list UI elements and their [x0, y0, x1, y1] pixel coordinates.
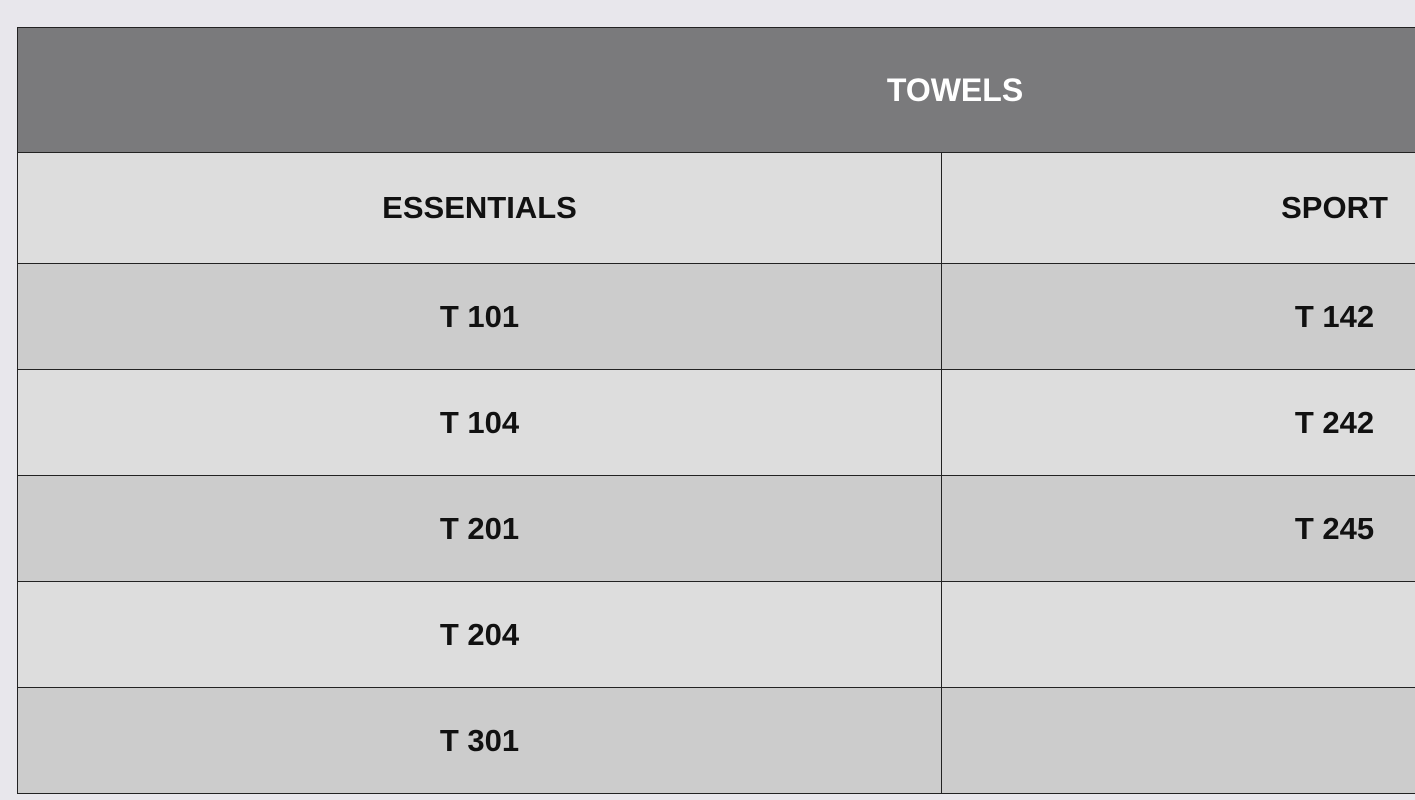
table-cell-sport: T 245 — [940, 475, 1415, 582]
table-cell-sport: T 142 — [940, 263, 1415, 370]
towels-table-container: TOWELS ESSENTIALS SPORT T 101 T 142 T 10… — [16, 27, 1415, 797]
table-cell-essentials: T 301 — [17, 687, 942, 794]
table-title-text: TOWELS — [886, 71, 1024, 108]
column-header-sport: SPORT — [940, 152, 1415, 264]
column-header-row: ESSENTIALS SPORT — [17, 152, 1415, 264]
table-cell-sport — [940, 581, 1415, 688]
table-cell-sport-text: T 242 — [1294, 404, 1375, 440]
table-row: T 104 T 242 — [17, 369, 1415, 476]
table-cell-essentials: T 104 — [17, 369, 942, 476]
towels-table: TOWELS ESSENTIALS SPORT T 101 T 142 T 10… — [16, 27, 1415, 794]
table-cell-essentials: T 101 — [17, 263, 942, 370]
table-cell-sport: T 242 — [940, 369, 1415, 476]
table-cell-essentials: T 204 — [17, 581, 942, 688]
column-header-essentials: ESSENTIALS — [17, 152, 942, 264]
table-row: T 201 T 245 — [17, 475, 1415, 582]
column-header-sport-text: SPORT — [1281, 190, 1388, 225]
table-title: TOWELS — [16, 27, 1415, 153]
table-title-row: TOWELS — [16, 27, 1415, 153]
table-row: T 101 T 142 — [17, 263, 1415, 370]
table-cell-sport-text: T 142 — [1294, 298, 1375, 334]
table-row: T 301 — [17, 687, 1415, 794]
table-cell-essentials: T 201 — [17, 475, 942, 582]
table-cell-sport-text: T 245 — [1294, 510, 1375, 546]
table-row: T 204 — [17, 581, 1415, 688]
table-cell-sport — [940, 687, 1415, 794]
